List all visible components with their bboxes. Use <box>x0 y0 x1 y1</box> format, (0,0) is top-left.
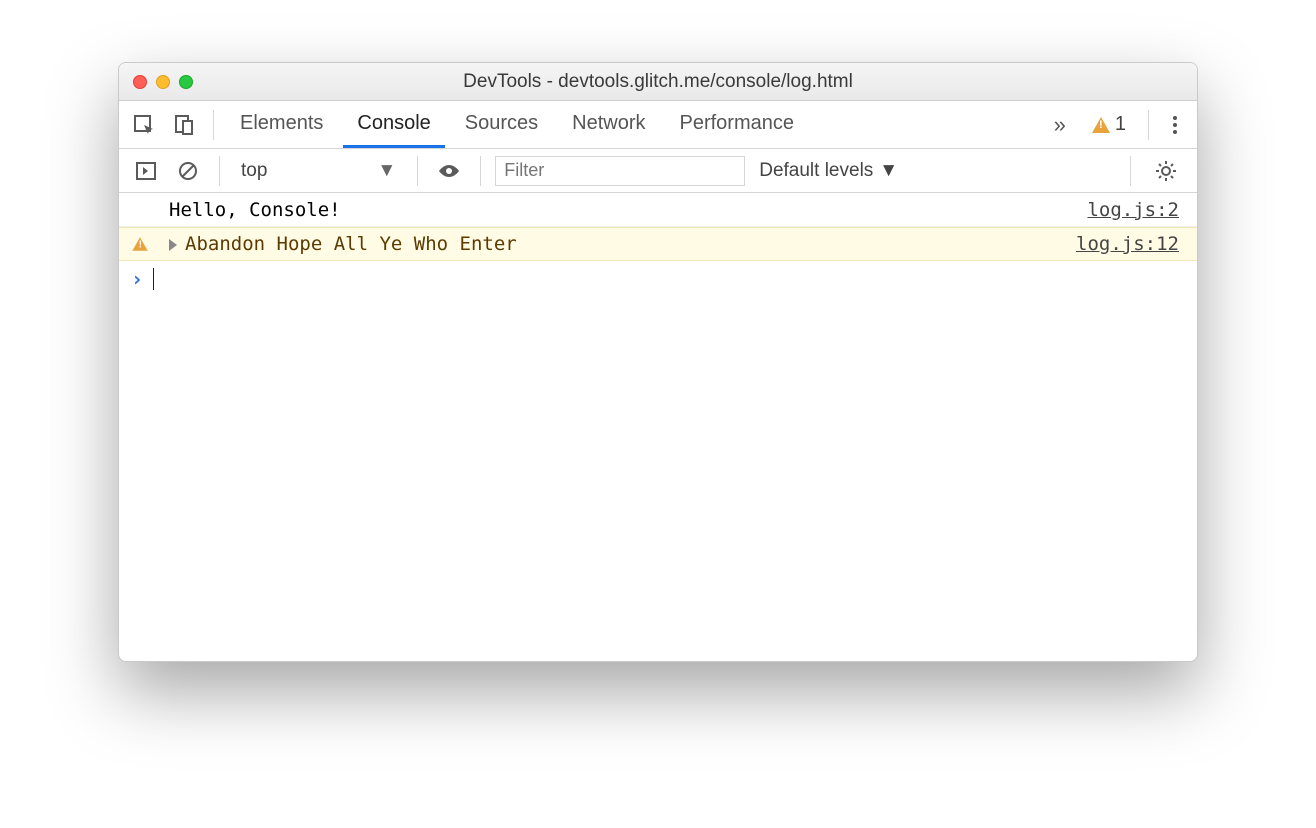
tab-console[interactable]: Console <box>343 101 444 148</box>
tab-network[interactable]: Network <box>558 101 659 148</box>
prompt-chevron-icon: › <box>131 267 143 291</box>
warning-count-badge[interactable]: 1 <box>1082 113 1136 136</box>
warning-icon <box>132 237 147 251</box>
tab-sources[interactable]: Sources <box>451 101 552 148</box>
separator <box>213 110 214 140</box>
warning-icon <box>1092 117 1110 133</box>
console-row-warn[interactable]: Abandon Hope All Ye Who Enter log.js:12 <box>119 227 1197 261</box>
source-link[interactable]: log.js:12 <box>1076 233 1179 255</box>
levels-label: Default levels <box>759 160 873 182</box>
disclosure-triangle-icon[interactable] <box>169 239 177 251</box>
toggle-sidebar-icon[interactable] <box>129 154 163 188</box>
chevron-down-icon: ▼ <box>879 160 898 182</box>
inspect-element-icon[interactable] <box>127 108 161 142</box>
text-cursor <box>153 268 154 290</box>
console-settings-icon[interactable] <box>1145 160 1187 182</box>
log-message: Hello, Console! <box>169 199 1087 221</box>
chevron-down-icon: ▼ <box>377 160 396 182</box>
main-tabs: Elements Console Sources Network Perform… <box>119 101 1197 149</box>
console-prompt[interactable]: › <box>119 261 1197 297</box>
console-output: Hello, Console! log.js:2 Abandon Hope Al… <box>119 193 1197 661</box>
separator <box>1130 156 1131 186</box>
device-toolbar-icon[interactable] <box>167 108 201 142</box>
console-toolbar: top ▼ Default levels ▼ <box>119 149 1197 193</box>
filter-input[interactable] <box>495 156 745 186</box>
console-row-log[interactable]: Hello, Console! log.js:2 <box>119 193 1197 227</box>
tabs-overflow-icon[interactable]: » <box>1044 112 1076 138</box>
separator <box>219 156 220 186</box>
window-title: DevTools - devtools.glitch.me/console/lo… <box>119 71 1197 93</box>
context-selector[interactable]: top ▼ <box>234 157 403 185</box>
live-expression-icon[interactable] <box>432 154 466 188</box>
clear-console-icon[interactable] <box>171 154 205 188</box>
log-levels-selector[interactable]: Default levels ▼ <box>753 160 904 182</box>
tab-performance[interactable]: Performance <box>666 101 809 148</box>
tab-elements[interactable]: Elements <box>226 101 337 148</box>
log-message: Abandon Hope All Ye Who Enter <box>169 233 1076 255</box>
context-label: top <box>241 160 267 182</box>
separator <box>417 156 418 186</box>
settings-menu-icon[interactable] <box>1161 116 1189 134</box>
separator <box>480 156 481 186</box>
devtools-window: DevTools - devtools.glitch.me/console/lo… <box>118 62 1198 662</box>
titlebar: DevTools - devtools.glitch.me/console/lo… <box>119 63 1197 101</box>
separator <box>1148 110 1149 140</box>
source-link[interactable]: log.js:2 <box>1087 199 1179 221</box>
warning-count: 1 <box>1115 113 1126 136</box>
